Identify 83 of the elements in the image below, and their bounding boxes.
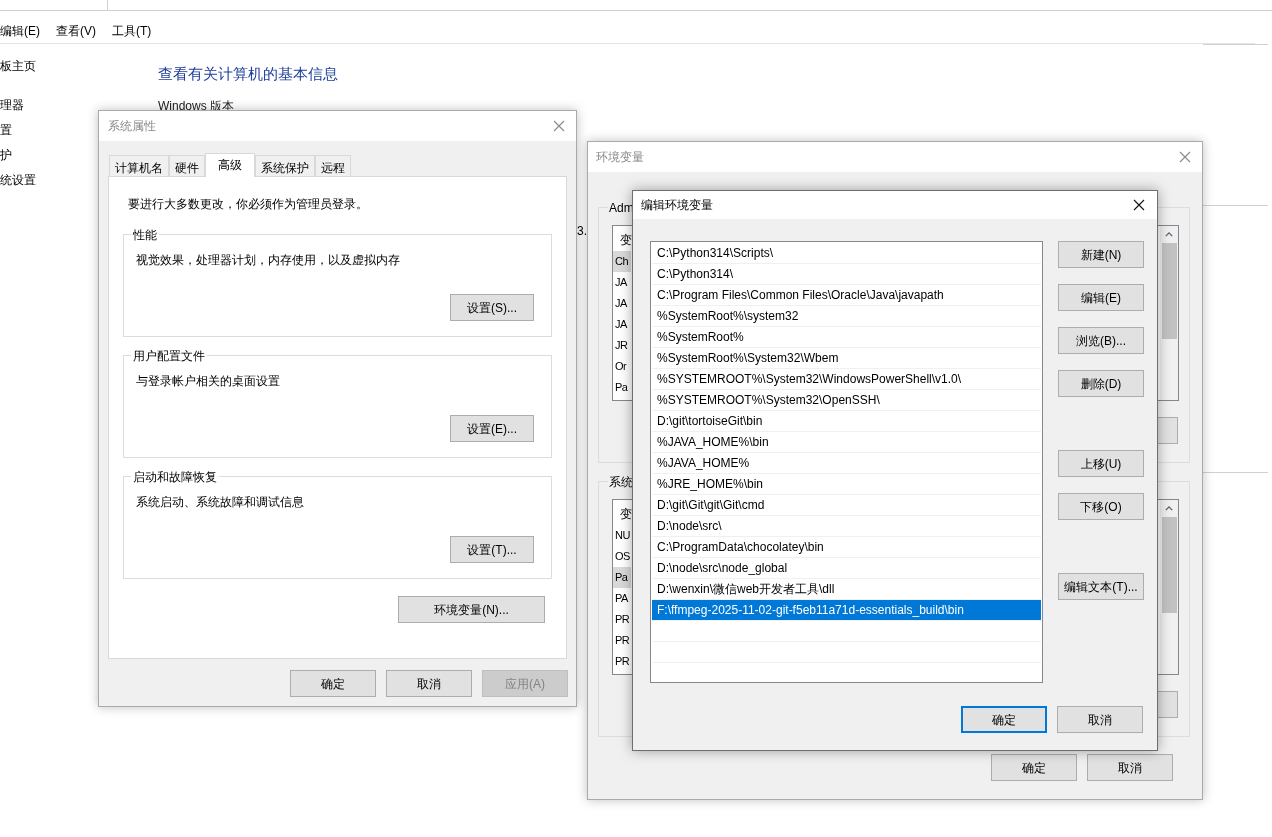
dialog-button[interactable]: 确定 xyxy=(290,670,376,697)
list-row[interactable]: Pa xyxy=(613,377,631,398)
list-row[interactable]: PR xyxy=(613,630,631,651)
path-row[interactable]: D:\node\src\node_global xyxy=(652,558,1041,579)
sidebar-link[interactable]: 置 xyxy=(0,118,36,143)
sidebar-link[interactable]: 统设置 xyxy=(0,168,36,193)
list-row[interactable]: PA xyxy=(613,588,631,609)
side-button[interactable]: 编辑(E) xyxy=(1058,284,1144,311)
path-row[interactable]: %SYSTEMROOT%\System32\WindowsPowerShell\v1.0\ xyxy=(652,369,1041,390)
path-row[interactable]: C:\ProgramData\chocolatey\bin xyxy=(652,537,1041,558)
dialog-button[interactable]: 确定 xyxy=(991,754,1077,781)
column-header: 变 xyxy=(619,232,633,249)
menu-item[interactable]: 编辑(E) xyxy=(0,22,40,40)
page-heading: 查看有关计算机的基本信息 xyxy=(158,64,338,84)
menu-item[interactable]: 查看(V) xyxy=(56,22,96,40)
settings-button[interactable]: 设置(T)... xyxy=(450,536,534,563)
path-row[interactable]: %SystemRoot%\System32\Wbem xyxy=(652,348,1041,369)
tab[interactable]: 高级 xyxy=(205,153,255,177)
path-row[interactable]: D:\node\src\ xyxy=(652,516,1041,537)
list-row[interactable]: Ch xyxy=(613,251,631,272)
list-row[interactable]: JR xyxy=(613,335,631,356)
window-title: 编辑环境变量 xyxy=(641,197,713,214)
side-button[interactable]: 编辑文本(T)... xyxy=(1058,573,1144,600)
environment-variables-button[interactable]: 环境变量(N)... xyxy=(398,596,545,623)
menu-item[interactable]: 工具(T) xyxy=(112,22,152,40)
path-row[interactable]: %SystemRoot% xyxy=(652,327,1041,348)
sidebar-link[interactable]: 板主页 xyxy=(0,57,36,75)
path-row[interactable]: C:\Program Files\Common Files\Oracle\Java\javapath xyxy=(652,285,1041,306)
path-row[interactable]: %SystemRoot%\system32 xyxy=(652,306,1041,327)
list-row[interactable]: Pa xyxy=(613,567,631,588)
close-icon[interactable] xyxy=(1133,199,1145,211)
scroll-up-icon[interactable] xyxy=(1165,506,1173,511)
list-row[interactable]: JA xyxy=(613,314,631,335)
path-row[interactable]: C:\Python314\ xyxy=(652,264,1041,285)
side-button[interactable]: 删除(D) xyxy=(1058,370,1144,397)
ok-button[interactable]: 确定 xyxy=(961,706,1047,733)
path-row[interactable]: D:\git\Git\git\Git\cmd xyxy=(652,495,1041,516)
scroll-up-icon[interactable] xyxy=(1165,232,1173,237)
tab[interactable]: 计算机名 xyxy=(109,155,169,176)
scrollbar-thumb[interactable] xyxy=(1161,517,1177,613)
window-title: 环境变量 xyxy=(596,149,644,166)
scrollbar[interactable] xyxy=(1160,500,1178,674)
list-row[interactable]: JA xyxy=(613,272,631,293)
path-row[interactable]: %JRE_HOME%\bin xyxy=(652,474,1041,495)
group-description: 系统启动、系统故障和调试信息 xyxy=(136,494,304,511)
path-row[interactable]: %SYSTEMROOT%\System32\OpenSSH\ xyxy=(652,390,1041,411)
list-row[interactable]: PR xyxy=(613,609,631,630)
group-title: 启动和故障恢复 xyxy=(131,468,219,486)
group-description: 视觉效果，处理器计划，内存使用，以及虚拟内存 xyxy=(136,252,400,269)
dialog-button[interactable]: 取消 xyxy=(386,670,472,697)
group-title: 用户配置文件 xyxy=(131,347,207,365)
list-row[interactable]: NU xyxy=(613,525,631,546)
notice-text: 要进行大多数更改，你必须作为管理员登录。 xyxy=(128,196,369,213)
side-button[interactable]: 新建(N) xyxy=(1058,241,1144,268)
list-row[interactable]: PR xyxy=(613,651,631,672)
list-row[interactable]: OS xyxy=(613,546,631,567)
side-button[interactable]: 浏览(B)... xyxy=(1058,327,1144,354)
value-text: 3. xyxy=(577,223,587,240)
path-row[interactable]: D:\git\tortoiseGit\bin xyxy=(652,411,1041,432)
scrollbar-thumb[interactable] xyxy=(1161,243,1177,339)
settings-button[interactable]: 设置(E)... xyxy=(450,415,534,442)
tab[interactable]: 硬件 xyxy=(169,155,205,176)
tab[interactable]: 系统保护 xyxy=(255,155,315,176)
window-title: 系统属性 xyxy=(108,118,156,135)
path-row[interactable]: %JAVA_HOME% xyxy=(652,453,1041,474)
tab[interactable]: 远程 xyxy=(315,155,351,176)
group-description: 与登录帐户相关的桌面设置 xyxy=(136,373,280,390)
sidebar-link[interactable]: 护 xyxy=(0,143,36,168)
scrollbar[interactable] xyxy=(1160,226,1178,400)
group-title: 系统 xyxy=(608,473,634,491)
column-header: 变 xyxy=(619,506,633,523)
sidebar-link[interactable]: 理器 xyxy=(0,93,36,118)
side-button[interactable]: 下移(O) xyxy=(1058,493,1144,520)
settings-button[interactable]: 设置(S)... xyxy=(450,294,534,321)
cancel-button[interactable]: 取消 xyxy=(1057,706,1143,733)
path-row[interactable]: C:\Python314\Scripts\ xyxy=(652,243,1041,264)
list-row[interactable]: JA xyxy=(613,293,631,314)
dialog-button[interactable]: 取消 xyxy=(1087,754,1173,781)
group-title: 性能 xyxy=(131,226,159,244)
side-button[interactable]: 上移(U) xyxy=(1058,450,1144,477)
list-row[interactable]: Or xyxy=(613,356,631,377)
path-row[interactable]: F:\ffmpeg-2025-11-02-git-f5eb11a71d-essentials_build\bin xyxy=(652,600,1041,621)
path-row[interactable]: %JAVA_HOME%\bin xyxy=(652,432,1041,453)
